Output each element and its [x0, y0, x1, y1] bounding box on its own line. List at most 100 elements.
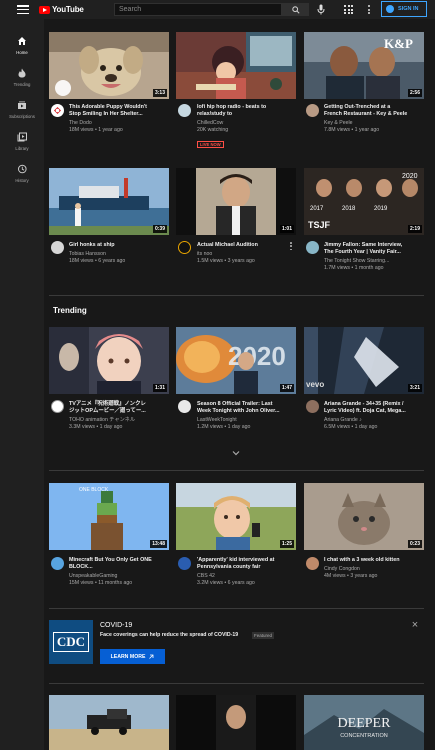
video-thumbnail[interactable]: ONE BLOCK 13:48: [49, 483, 169, 550]
more-actions-icon[interactable]: [290, 242, 292, 250]
video-title[interactable]: 'Apparently' kid interviewed at Pennsylva…: [197, 557, 297, 571]
channel-avatar[interactable]: [178, 241, 191, 254]
close-icon[interactable]: ×: [410, 620, 420, 631]
sidebar-item-subscriptions[interactable]: Subscriptions: [0, 91, 44, 121]
video-thumbnail[interactable]: 0:39: [49, 168, 169, 235]
deeper-title-text: DEEPER: [338, 716, 392, 731]
video-thumbnail[interactable]: [49, 695, 169, 750]
video-thumbnail[interactable]: 1:31: [49, 327, 169, 394]
video-thumbnail[interactable]: 3:13: [49, 32, 169, 99]
video-meta: Tobias Hansson 18M views • 6 years ago: [69, 251, 169, 265]
microphone-icon[interactable]: [316, 4, 326, 15]
trending-section-title[interactable]: Trending: [53, 306, 87, 315]
video-duration: 1:25: [279, 540, 294, 548]
channel-avatar[interactable]: [306, 104, 319, 117]
channel-name: CBS 42: [197, 573, 215, 579]
sign-in-button[interactable]: SIGN IN: [381, 1, 427, 17]
section-divider: [49, 470, 424, 471]
channel-avatar[interactable]: [51, 104, 64, 117]
video-thumbnail[interactable]: [176, 32, 296, 99]
video-meta: The Dodo 18M views • 1 year ago: [69, 120, 169, 134]
channel-name: Cindy Congdon: [324, 566, 360, 572]
video-title[interactable]: Ariana Grande - 34+35 (Remix / Lyric Vide…: [324, 401, 424, 415]
channel-name: ChilledCow: [197, 120, 224, 126]
sidebar-item-home[interactable]: Home: [0, 27, 44, 57]
video-title[interactable]: Season 8 Official Trailer: Last Week Toni…: [197, 401, 297, 415]
channel-avatar[interactable]: [306, 400, 319, 413]
sidebar-item-library[interactable]: Library: [0, 123, 44, 153]
channel-name: Ariana Grande ♪: [324, 417, 362, 423]
video-meta: LastWeekTonight 1.2M views • 1 day ago: [197, 417, 297, 431]
video-title[interactable]: Minecraft But You Only Get ONE BLOCK...: [69, 557, 169, 571]
search-icon: [291, 5, 300, 14]
channel-avatar[interactable]: [178, 104, 191, 117]
video-title[interactable]: Actual Michael Audition: [197, 242, 297, 249]
svg-text:2020: 2020: [228, 341, 286, 371]
channel-name: The Dodo: [69, 120, 92, 126]
svg-text:2019: 2019: [374, 206, 388, 212]
video-meta: its noo 1.5M views • 3 years ago: [197, 251, 297, 265]
video-duration: 3:21: [407, 384, 422, 392]
channel-avatar[interactable]: [306, 557, 319, 570]
live-now-badge: LIVE NOW: [197, 141, 224, 148]
sidebar-item-history[interactable]: History: [0, 155, 44, 185]
video-thumbnail[interactable]: 1:25: [176, 483, 296, 550]
history-icon: [18, 164, 27, 174]
svg-text:2017: 2017: [310, 206, 324, 212]
jujutsu-kaisen-thumbnail-image: [49, 327, 169, 394]
flame-icon: [18, 68, 26, 78]
search-button[interactable]: [282, 3, 309, 16]
hamburger-menu-icon[interactable]: [17, 5, 29, 14]
video-thumbnail[interactable]: DEEPER CONCENTRATION: [304, 695, 424, 750]
last-week-tonight-thumbnail-image: 2020: [176, 327, 296, 394]
video-thumbnail[interactable]: [176, 695, 296, 750]
video-title[interactable]: Jimmy Fallon: Same Interview, The Fourth …: [324, 242, 424, 256]
ariana-grande-thumbnail-image: vevo: [304, 327, 424, 394]
video-duration: 2:56: [407, 89, 422, 97]
truck-thumbnail-image: [49, 695, 169, 750]
video-thumbnail[interactable]: vevo 3:21: [304, 327, 424, 394]
video-title[interactable]: This Adorable Puppy Wouldn't Stop Smiling…: [69, 104, 169, 118]
channel-avatar[interactable]: [51, 557, 64, 570]
external-link-icon: [149, 654, 154, 659]
cdc-logo[interactable]: CDC: [49, 620, 93, 664]
video-thumbnail[interactable]: K&P 2:56: [304, 32, 424, 99]
video-thumbnail[interactable]: 1:01: [176, 168, 296, 235]
video-meta: The Tonight Show Starring... 1.7M views •…: [324, 258, 424, 272]
video-title[interactable]: lofi hip hop radio - beats to relax/study…: [197, 104, 297, 118]
learn-more-button[interactable]: LEARN MORE: [100, 649, 165, 664]
video-title[interactable]: Girl honks at ship: [69, 242, 169, 249]
puppy-thumbnail-image: [49, 32, 169, 99]
chevron-down-icon[interactable]: [232, 449, 240, 457]
featured-badge: Featured: [252, 632, 275, 639]
channel-name: The Tonight Show Starring...: [324, 258, 390, 264]
video-thumbnail[interactable]: 0:23: [304, 483, 424, 550]
channel-name: TOHO animation チャンネル: [69, 417, 136, 423]
channel-name: its noo: [197, 251, 213, 257]
video-duration: 0:23: [407, 540, 422, 548]
covid-title: COVID-19: [100, 622, 133, 629]
channel-avatar[interactable]: [306, 241, 319, 254]
channel-avatar[interactable]: [51, 241, 64, 254]
video-thumbnail[interactable]: 2017 2018 2019 2020 TSJF 2:19: [304, 168, 424, 235]
section-divider: [49, 683, 424, 684]
youtube-logo[interactable]: YouTube: [39, 5, 84, 14]
video-meta: UnspeakableGaming 15M views • 11 months a…: [69, 573, 169, 587]
video-meta: Ariana Grande ♪ 6.5M views • 1 day ago: [324, 417, 424, 431]
channel-avatar[interactable]: [51, 400, 64, 413]
svg-text:K&P: K&P: [384, 36, 413, 51]
apps-grid-icon[interactable]: [344, 5, 353, 14]
sidebar-item-trending[interactable]: Trending: [0, 59, 44, 89]
video-title[interactable]: I chat with a 3 week old kitten: [324, 557, 424, 564]
video-thumbnail[interactable]: 2020 1:47: [176, 327, 296, 394]
search-input[interactable]: Search: [114, 3, 282, 16]
channel-name: LastWeekTonight: [197, 417, 237, 423]
video-title[interactable]: TVアニメ『呪術廻戦』ノンクレ ジットOPムービー／廻ってー...: [69, 401, 169, 415]
settings-more-icon[interactable]: [367, 5, 370, 14]
channel-avatar[interactable]: [178, 400, 191, 413]
video-duration: 0:39: [152, 225, 167, 233]
channel-avatar[interactable]: [178, 557, 191, 570]
video-title[interactable]: Getting Out-Trenched at a French Restaura…: [324, 104, 424, 118]
account-icon: [386, 5, 394, 13]
youtube-play-icon: [39, 5, 50, 14]
